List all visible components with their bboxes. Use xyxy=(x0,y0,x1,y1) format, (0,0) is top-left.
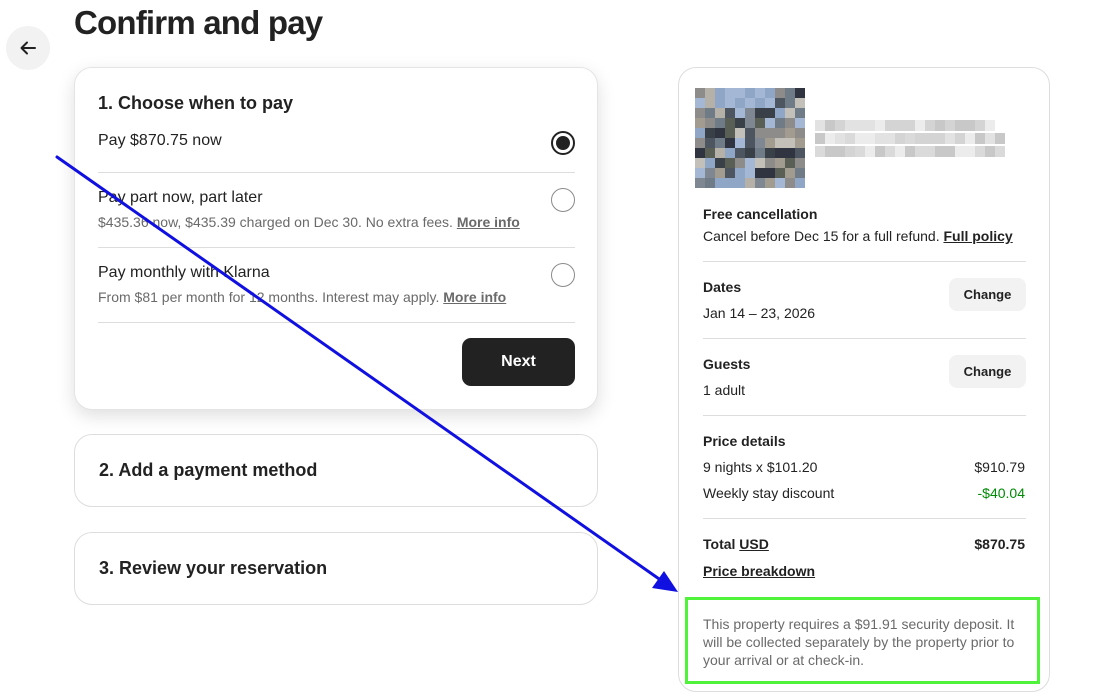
listing-title-redacted xyxy=(815,118,1007,160)
pay-now-option-label[interactable]: Pay $870.75 now xyxy=(98,132,222,150)
pay-part-radio[interactable] xyxy=(551,188,575,212)
change-dates-button[interactable]: Change xyxy=(949,278,1026,311)
divider xyxy=(703,518,1026,519)
cancellation-text: Cancel before Dec 15 for a full refund. xyxy=(703,228,940,244)
review-reservation-card[interactable]: 3. Review your reservation xyxy=(74,532,598,605)
pay-now-radio[interactable] xyxy=(551,131,575,155)
nights-line-label: 9 nights x $101.20 xyxy=(703,459,818,475)
guests-label: Guests xyxy=(703,356,751,372)
step-2-heading: 2. Add a payment method xyxy=(99,460,318,480)
pay-part-more-info-link[interactable]: More info xyxy=(457,214,520,230)
divider xyxy=(703,338,1026,339)
discount-line-amount: -$40.04 xyxy=(977,485,1025,501)
klarna-radio[interactable] xyxy=(551,263,575,287)
currency-link[interactable]: USD xyxy=(739,536,769,552)
total-label-row: Total USD xyxy=(703,536,769,552)
divider xyxy=(703,415,1026,416)
divider xyxy=(98,172,575,173)
price-details-title: Price details xyxy=(703,433,786,449)
security-deposit-notice: This property requires a $91.91 security… xyxy=(685,597,1040,684)
divider xyxy=(703,261,1026,262)
discount-line-label: Weekly stay discount xyxy=(703,485,835,501)
price-breakdown-link[interactable]: Price breakdown xyxy=(703,563,815,579)
cancellation-policy-text: Cancel before Dec 15 for a full refund. … xyxy=(703,228,1013,244)
guests-value: 1 adult xyxy=(703,382,746,398)
full-policy-link[interactable]: Full policy xyxy=(943,228,1012,244)
klarna-option-label[interactable]: Pay monthly with Klarna xyxy=(98,264,270,282)
klarna-description-text: From $81 per month for 12 months. Intere… xyxy=(98,289,440,305)
step-1-heading: 1. Choose when to pay xyxy=(98,93,294,113)
listing-thumbnail xyxy=(695,88,807,188)
total-amount: $870.75 xyxy=(974,536,1025,552)
next-button[interactable]: Next xyxy=(462,338,575,386)
security-deposit-text: This property requires a $91.91 security… xyxy=(703,616,1015,668)
step-3-heading: 3. Review your reservation xyxy=(99,558,328,578)
choose-when-to-pay-card: 1. Choose when to pay Pay $870.75 now Pa… xyxy=(74,67,598,410)
total-label: Total xyxy=(703,536,736,552)
dates-label: Dates xyxy=(703,279,742,295)
klarna-option-description: From $81 per month for 12 months. Intere… xyxy=(98,289,506,305)
klarna-more-info-link[interactable]: More info xyxy=(443,289,506,305)
add-payment-method-card[interactable]: 2. Add a payment method xyxy=(74,434,598,507)
pay-part-option-label[interactable]: Pay part now, part later xyxy=(98,189,263,207)
nights-line-amount: $910.79 xyxy=(974,459,1025,475)
dates-value: Jan 14 – 23, 2026 xyxy=(703,305,816,321)
back-button[interactable] xyxy=(6,26,50,70)
pay-part-option-description: $435.36 now, $435.39 charged on Dec 30. … xyxy=(98,214,520,230)
arrow-left-icon xyxy=(20,41,36,55)
pay-part-description-text: $435.36 now, $435.39 charged on Dec 30. … xyxy=(98,214,453,230)
divider xyxy=(98,322,575,323)
page-title: Confirm and pay xyxy=(74,4,323,41)
divider xyxy=(98,247,575,248)
free-cancellation-title: Free cancellation xyxy=(703,206,818,222)
change-guests-button[interactable]: Change xyxy=(949,355,1026,388)
